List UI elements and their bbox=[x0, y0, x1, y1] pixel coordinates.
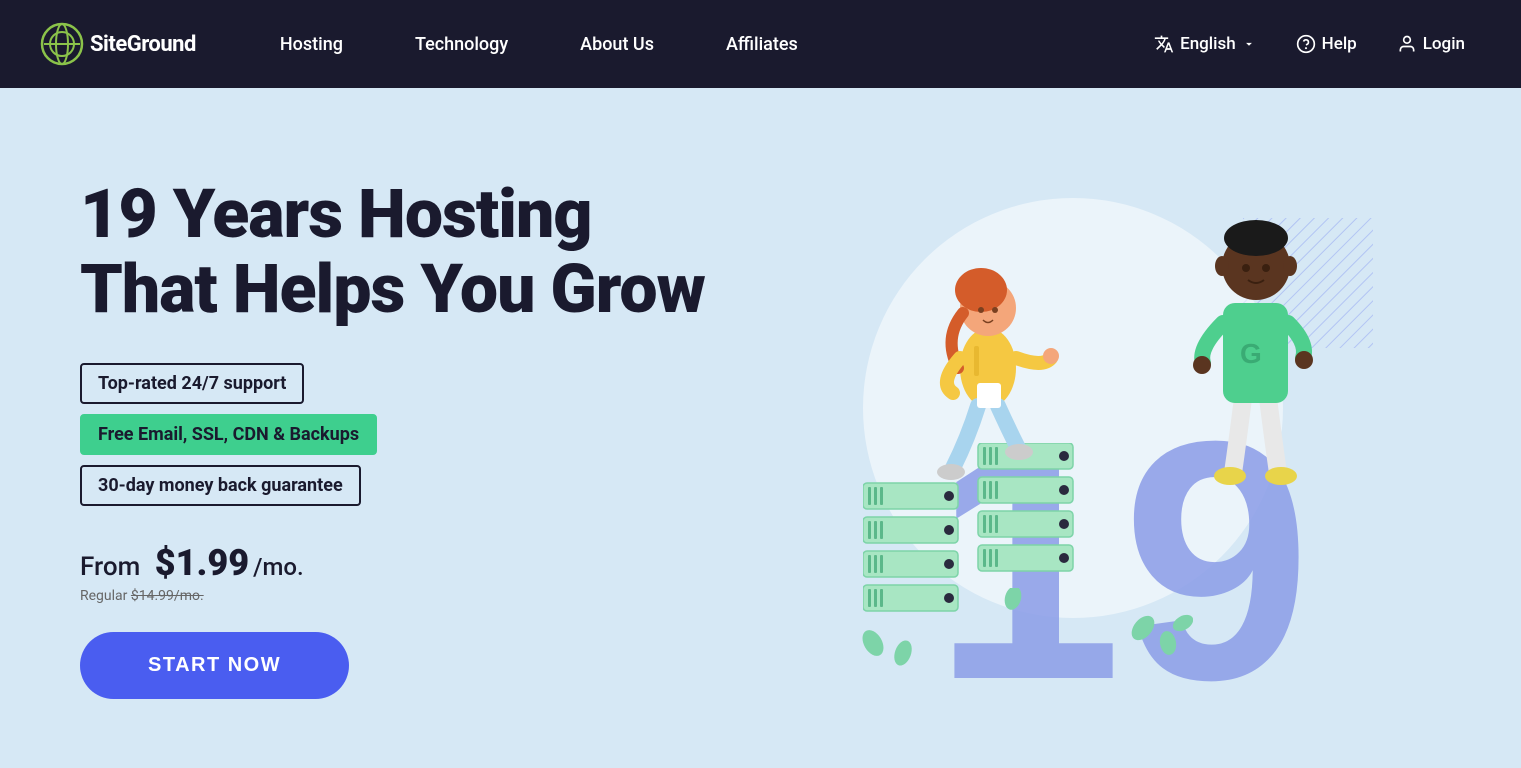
badge-support: Top-rated 24/7 support bbox=[80, 363, 304, 404]
language-selector[interactable]: English bbox=[1138, 26, 1272, 62]
price-period: /mo. bbox=[253, 553, 304, 581]
chevron-down-icon bbox=[1242, 37, 1256, 51]
price-regular-amount: $14.99/mo. bbox=[131, 588, 204, 604]
price-from-label: From bbox=[80, 552, 140, 582]
character-man: G bbox=[1178, 168, 1333, 488]
language-label: English bbox=[1180, 34, 1236, 54]
illustration-container: 19 bbox=[783, 178, 1383, 698]
hero-title-line2: That Helps You Grow bbox=[80, 249, 705, 329]
price-regular-label: Regular bbox=[80, 588, 127, 604]
start-now-button[interactable]: START NOW bbox=[80, 632, 349, 699]
price-regular: Regular $14.99/mo. bbox=[80, 588, 705, 604]
hero-illustration: 19 bbox=[705, 148, 1461, 728]
nav-right: English Help Login bbox=[1138, 26, 1481, 62]
navbar: SiteGround Hosting Technology About Us A… bbox=[0, 0, 1521, 88]
nav-links: Hosting Technology About Us Affiliates bbox=[244, 0, 1138, 88]
login-label: Login bbox=[1423, 34, 1465, 54]
price-amount: $1.99 bbox=[155, 542, 249, 584]
character-woman bbox=[903, 228, 1073, 508]
price-main: From $1.99/mo. bbox=[80, 542, 705, 584]
badge-features: Free Email, SSL, CDN & Backups bbox=[80, 414, 377, 455]
help-icon bbox=[1296, 34, 1316, 54]
hero-content: 19 Years Hosting That Helps You Grow Top… bbox=[80, 177, 705, 699]
pricing-info: From $1.99/mo. Regular $14.99/mo. bbox=[80, 542, 705, 604]
nav-link-about-us[interactable]: About Us bbox=[544, 0, 690, 88]
leaf-decorations bbox=[853, 588, 1193, 668]
nav-link-affiliates[interactable]: Affiliates bbox=[690, 0, 834, 88]
badge-guarantee: 30-day money back guarantee bbox=[80, 465, 361, 506]
login-link[interactable]: Login bbox=[1381, 26, 1481, 62]
hero-title: 19 Years Hosting That Helps You Grow bbox=[80, 177, 705, 327]
nav-link-hosting[interactable]: Hosting bbox=[244, 0, 379, 88]
siteground-logo-icon bbox=[40, 22, 84, 66]
logo-link[interactable]: SiteGround bbox=[40, 22, 196, 66]
user-icon bbox=[1397, 34, 1417, 54]
translate-icon bbox=[1154, 34, 1174, 54]
hero-section: 19 Years Hosting That Helps You Grow Top… bbox=[0, 88, 1521, 768]
nav-link-technology[interactable]: Technology bbox=[379, 0, 544, 88]
badges-list: Top-rated 24/7 support Free Email, SSL, … bbox=[80, 363, 705, 506]
hero-title-line1: 19 Years Hosting bbox=[80, 174, 592, 254]
svg-text:G: G bbox=[1240, 338, 1262, 369]
help-label: Help bbox=[1322, 34, 1357, 54]
logo-text: SiteGround bbox=[90, 32, 196, 57]
help-link[interactable]: Help bbox=[1280, 26, 1373, 62]
